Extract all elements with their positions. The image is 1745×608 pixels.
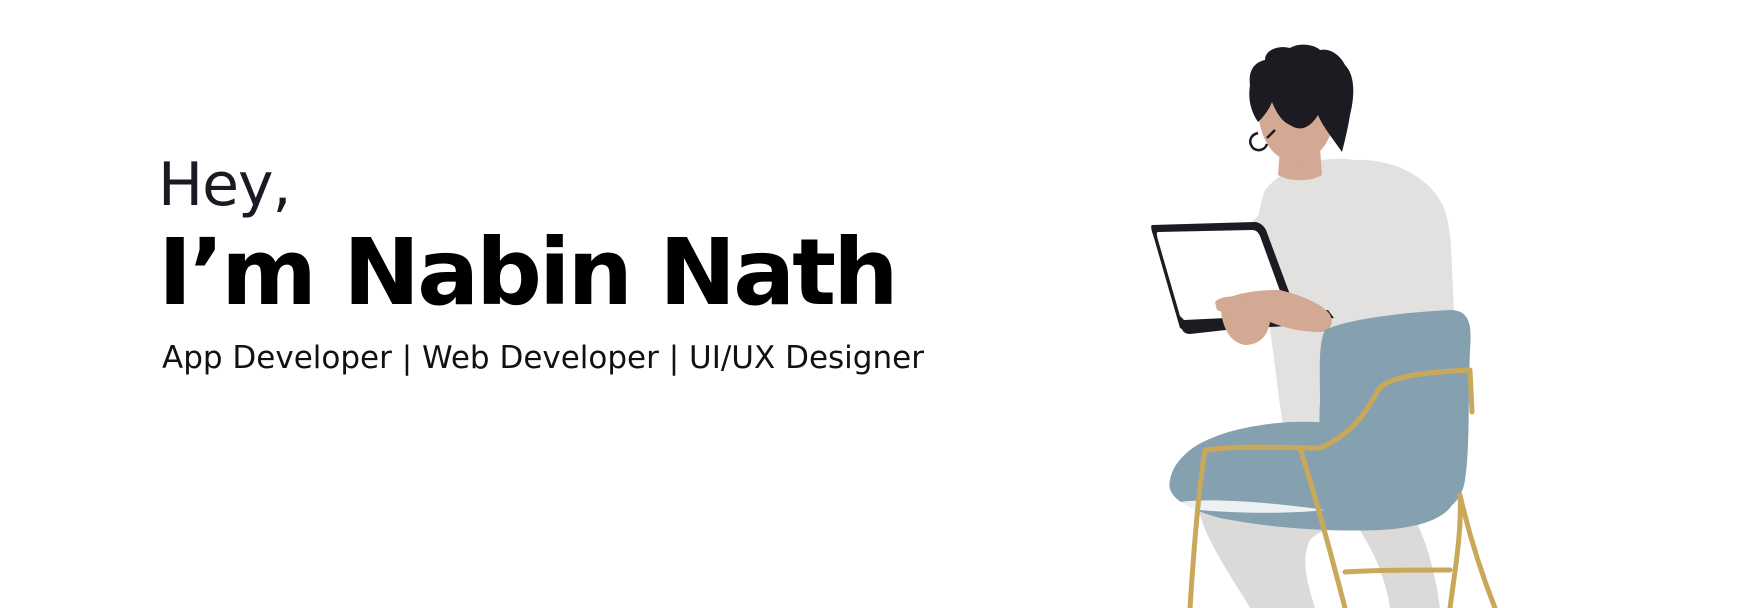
hero-banner: Hey, I’m Nabin Nath App Developer | Web … <box>0 0 1745 608</box>
hand-shape <box>1215 296 1250 314</box>
hero-text-block: Hey, I’m Nabin Nath App Developer | Web … <box>158 150 924 378</box>
greeting-text: Hey, <box>158 150 292 220</box>
headline-name: I’m Nabin Nath <box>158 219 899 326</box>
person-working-on-laptop-icon <box>1151 44 1498 608</box>
roles-subtitle: App Developer | Web Developer | UI/UX De… <box>162 340 924 376</box>
